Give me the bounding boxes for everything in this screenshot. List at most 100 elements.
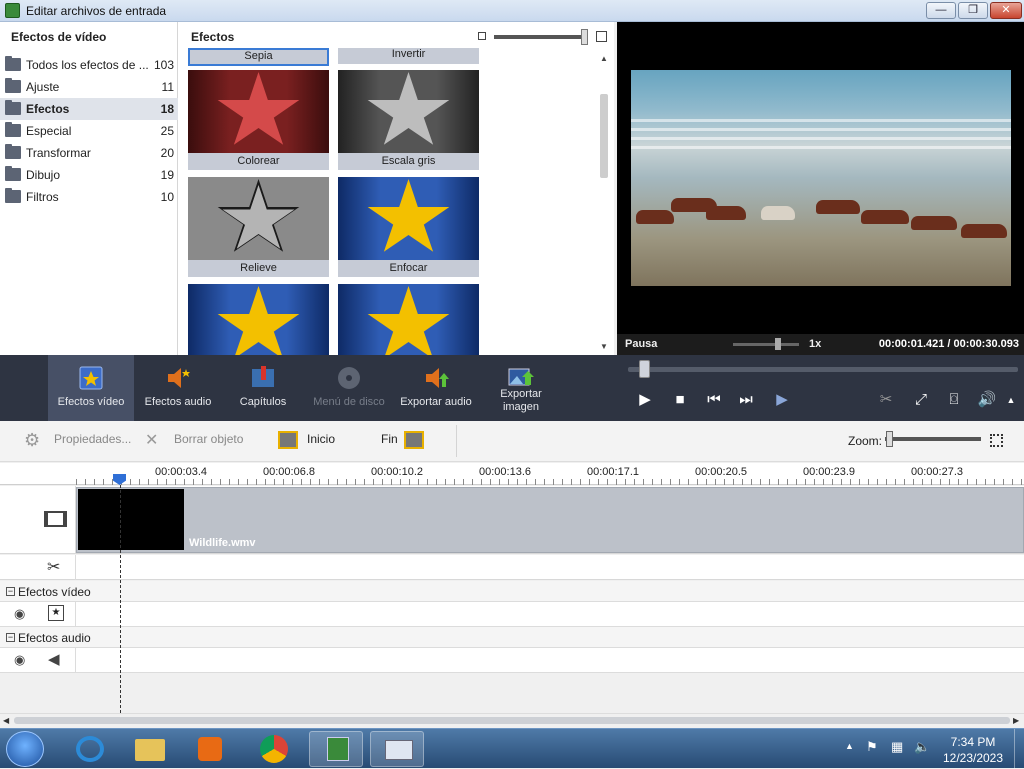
effect-tile-enfocar[interactable]: Enfocar xyxy=(338,177,479,277)
collapse-icon[interactable]: − xyxy=(6,633,15,642)
effect-tile-colorear[interactable]: Colorear xyxy=(188,70,329,170)
star-icon xyxy=(367,179,450,252)
show-desktop-button[interactable] xyxy=(1014,729,1024,769)
zoom-slider[interactable] xyxy=(885,437,981,441)
scroll-down-icon[interactable]: ▼ xyxy=(600,342,608,351)
category-item-dibujo[interactable]: Dibujo 19 xyxy=(0,164,178,186)
effect-tile-escala-gris[interactable]: Escala gris xyxy=(338,70,479,170)
volume-icon[interactable]: 🔊 xyxy=(974,389,1000,411)
timeline-ruler[interactable]: 00:00:03.4 00:00:06.8 00:00:10.2 00:00:1… xyxy=(0,463,1024,485)
video-effects-section[interactable]: − Efectos vídeo xyxy=(0,581,1024,602)
maximize-button[interactable]: ❐ xyxy=(958,2,988,19)
audio-effects-icon xyxy=(168,368,190,388)
disc-menu-button[interactable]: Menú de disco xyxy=(308,355,390,421)
effect-tile[interactable] xyxy=(338,284,479,355)
collapse-icon[interactable]: − xyxy=(6,587,15,596)
system-clock[interactable]: 7:34 PM 12/23/2023 xyxy=(940,734,1006,766)
taskbar-keyboard-app[interactable] xyxy=(370,731,424,767)
network-icon[interactable]: ▦ xyxy=(891,739,907,757)
toolbar-label: Menú de disco xyxy=(313,396,385,408)
stop-icon[interactable]: ■ xyxy=(667,389,693,411)
zoom-fit-icon[interactable] xyxy=(990,434,1003,447)
scroll-left-icon[interactable]: ◀ xyxy=(3,716,9,725)
category-label: Filtros xyxy=(26,190,59,204)
effect-tile-invertir[interactable]: Invertir xyxy=(338,48,479,66)
seek-bar[interactable] xyxy=(628,367,1018,372)
category-item-transformar[interactable]: Transformar 20 xyxy=(0,142,178,164)
fullscreen-icon[interactable]: ⤢ xyxy=(908,389,934,411)
export-image-button[interactable]: Exportar imagen xyxy=(484,355,558,421)
speed-slider[interactable] xyxy=(733,343,799,346)
category-item-efectos[interactable]: Efectos 18 xyxy=(0,98,178,120)
app-icon xyxy=(5,3,20,18)
seek-bar-handle[interactable] xyxy=(639,360,650,378)
audio-effects-section[interactable]: − Efectos audio xyxy=(0,627,1024,648)
close-button[interactable]: ✕ xyxy=(990,2,1022,19)
star-icon xyxy=(217,72,300,145)
category-item-especial[interactable]: Especial 25 xyxy=(0,120,178,142)
toolbar-label: Exportar imagen xyxy=(500,388,542,413)
export-audio-button[interactable]: Exportar audio xyxy=(396,355,476,421)
effect-thumbnail xyxy=(338,70,479,153)
start-button[interactable] xyxy=(6,731,44,767)
taskbar-ie[interactable] xyxy=(63,731,117,767)
play-icon[interactable]: ▶ xyxy=(632,389,658,411)
media-player-icon xyxy=(198,737,222,761)
horse-shape xyxy=(761,206,795,220)
show-hidden-icons-icon[interactable]: ▲ xyxy=(845,741,854,751)
small-thumbnails-icon[interactable] xyxy=(478,32,486,40)
horse-shape xyxy=(816,200,860,214)
video-effects-track-header: ◉ ★ xyxy=(0,602,76,626)
effect-tile-relieve[interactable]: Relieve xyxy=(188,177,329,277)
scissors-icon[interactable]: ✂ xyxy=(47,557,60,577)
minimize-button[interactable]: — xyxy=(926,2,956,19)
chapters-button[interactable]: Capítulos xyxy=(228,355,298,421)
effect-thumbnail xyxy=(188,177,329,260)
category-item-ajuste[interactable]: Ajuste 11 xyxy=(0,76,178,98)
timeline-scrollbar-thumb[interactable] xyxy=(14,717,1010,724)
section-label: Efectos audio xyxy=(18,631,91,645)
next-frame-icon[interactable]: ⏭ xyxy=(733,389,759,411)
properties-button[interactable]: Propiedades... xyxy=(54,432,131,446)
taskbar-explorer[interactable] xyxy=(123,731,177,767)
previous-frame-icon[interactable]: ⏮ xyxy=(701,389,727,411)
main-toolbar: Efectos vídeo Efectos audio Capítulos Me… xyxy=(0,355,1024,421)
effect-tile[interactable] xyxy=(188,284,329,355)
taskbar-video-editor[interactable] xyxy=(309,731,363,767)
ruler-ticks xyxy=(76,479,1024,485)
volume-dropdown-icon[interactable]: ▲ xyxy=(998,389,1024,411)
cut-icon[interactable]: ✂ xyxy=(873,389,899,411)
thumbnail-size-slider[interactable] xyxy=(494,35,586,39)
taskbar-chrome[interactable] xyxy=(247,731,301,767)
scroll-up-icon[interactable]: ▲ xyxy=(600,54,608,63)
thumbnail-size-slider-handle[interactable] xyxy=(581,29,588,45)
audio-effects-button[interactable]: Efectos audio xyxy=(138,355,218,421)
taskbar-media-player[interactable] xyxy=(183,731,237,767)
toolbar-label: Efectos vídeo xyxy=(57,396,125,408)
audio-effects-track-header: ◉ ◀ xyxy=(0,648,76,672)
snapshot-icon[interactable]: ⌼ xyxy=(941,389,967,411)
speed-slider-handle[interactable] xyxy=(775,338,781,350)
gallery-scrollbar-thumb[interactable] xyxy=(600,94,608,178)
category-label: Todos los efectos de ... xyxy=(26,58,149,72)
category-item-all[interactable]: Todos los efectos de ... 103 xyxy=(0,54,178,76)
zoom-slider-handle[interactable] xyxy=(886,431,893,447)
video-effects-button[interactable]: Efectos vídeo xyxy=(48,355,134,421)
category-label: Dibujo xyxy=(26,168,61,182)
delete-object-button[interactable]: Borrar objeto xyxy=(174,432,243,446)
eye-icon[interactable]: ◉ xyxy=(14,606,25,622)
set-start-button[interactable]: Inicio xyxy=(307,432,335,446)
action-center-icon[interactable]: ⚑ xyxy=(866,739,882,757)
set-end-button[interactable]: Fin xyxy=(381,432,398,446)
star-icon xyxy=(367,72,450,145)
scroll-right-icon[interactable]: ▶ xyxy=(1013,716,1019,725)
cut-track-header: ✂ xyxy=(0,555,76,580)
title-bar: Editar archivos de entrada — ❐ ✕ xyxy=(0,0,1024,22)
volume-muted-icon[interactable]: 🔈 xyxy=(914,739,930,757)
effect-tile-sepia[interactable]: Sepia xyxy=(188,48,329,66)
large-thumbnails-icon[interactable] xyxy=(596,31,607,42)
ie-icon xyxy=(76,736,104,762)
eye-icon[interactable]: ◉ xyxy=(14,652,25,668)
play-selection-icon[interactable]: ▶ xyxy=(769,389,795,411)
category-item-filtros[interactable]: Filtros 10 xyxy=(0,186,178,208)
